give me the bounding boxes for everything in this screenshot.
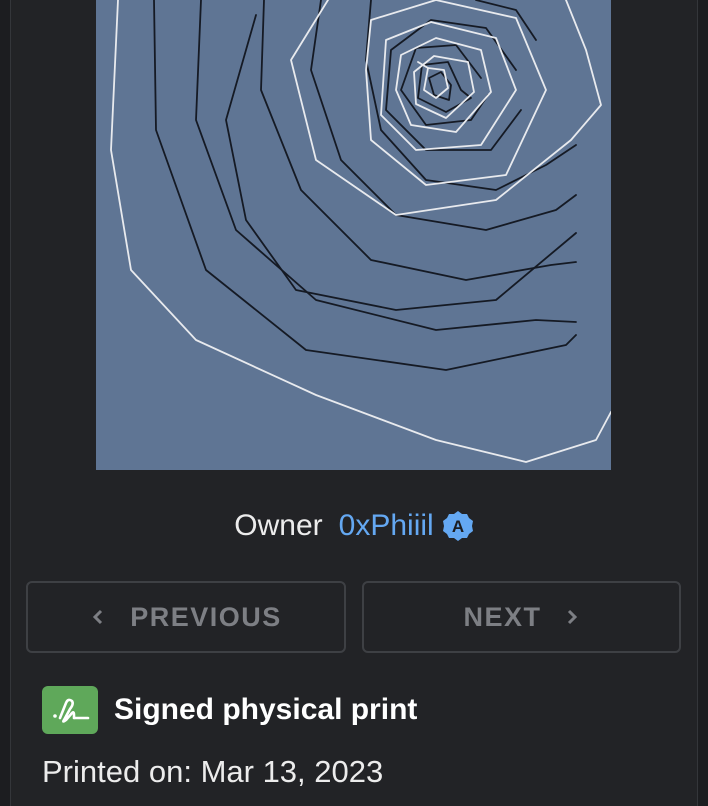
owner-name-link[interactable]: 0xPhiiil — [339, 509, 434, 543]
printed-date-row: Printed on: Mar 13, 2023 — [42, 754, 383, 790]
printed-date: Mar 13, 2023 — [200, 754, 384, 789]
owner-row: Owner 0xPhiiil A — [0, 505, 708, 547]
owner-label: Owner — [234, 509, 323, 542]
next-button[interactable]: NEXT — [362, 581, 681, 653]
chevron-left-icon — [93, 609, 103, 625]
previous-button-label: PREVIOUS — [130, 601, 282, 632]
signed-print-title: Signed physical print — [114, 693, 418, 726]
signature-icon — [42, 686, 98, 734]
printed-label: Printed on: — [42, 754, 192, 789]
signed-print-row: Signed physical print — [42, 686, 417, 734]
verified-badge-icon: A — [442, 511, 473, 541]
badge-letter: A — [452, 517, 464, 536]
chevron-right-icon — [567, 609, 577, 625]
artwork-image[interactable] — [96, 0, 611, 470]
previous-button[interactable]: PREVIOUS — [26, 581, 346, 653]
next-button-label: NEXT — [463, 601, 542, 632]
